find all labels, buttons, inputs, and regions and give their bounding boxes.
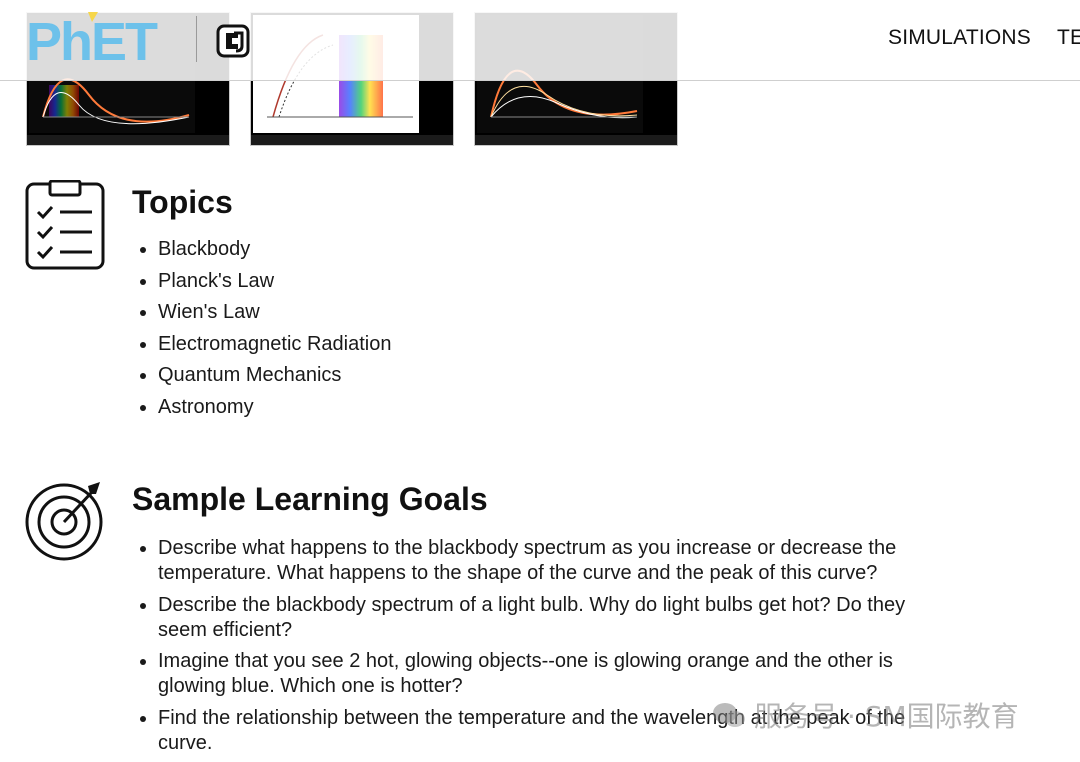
list-item: Describe what happens to the blackbody s… [158, 536, 948, 586]
list-item: Imagine that you see 2 hot, glowing obje… [158, 649, 948, 699]
checklist-icon [24, 179, 106, 275]
topics-list: Blackbody Planck's Law Wien's Law Electr… [132, 234, 391, 423]
site-header: PhET SIMULATIONS TEA [0, 0, 1080, 81]
list-item: Quantum Mechanics [158, 360, 391, 392]
thumbnail-caption-bar [475, 135, 677, 145]
list-item: Electromagnetic Radiation [158, 329, 391, 361]
wechat-icon [713, 703, 745, 727]
logo-divider [196, 16, 197, 62]
target-icon [24, 478, 106, 567]
phet-logo[interactable]: PhET [26, 10, 176, 72]
thumbnail-caption-bar [251, 135, 453, 145]
watermark: 服务号 · SM国际教育 [712, 695, 1019, 735]
topics-heading: Topics [132, 184, 233, 220]
watermark-text: 服务号 · SM国际教育 [754, 700, 1019, 733]
list-item: Wien's Law [158, 297, 391, 329]
learning-goals-heading: Sample Learning Goals [132, 481, 488, 517]
nav-teaching[interactable]: TEA [1057, 26, 1080, 50]
list-item: Planck's Law [158, 266, 391, 298]
thumbnail-caption-bar [27, 135, 229, 145]
main-nav: SIMULATIONS TEA [888, 26, 1080, 50]
cu-boulder-logo[interactable] [216, 24, 250, 58]
list-item: Blackbody [158, 234, 391, 266]
list-item: Describe the blackbody spectrum of a lig… [158, 593, 948, 643]
nav-simulations[interactable]: SIMULATIONS [888, 26, 1031, 50]
list-item: Astronomy [158, 392, 391, 424]
